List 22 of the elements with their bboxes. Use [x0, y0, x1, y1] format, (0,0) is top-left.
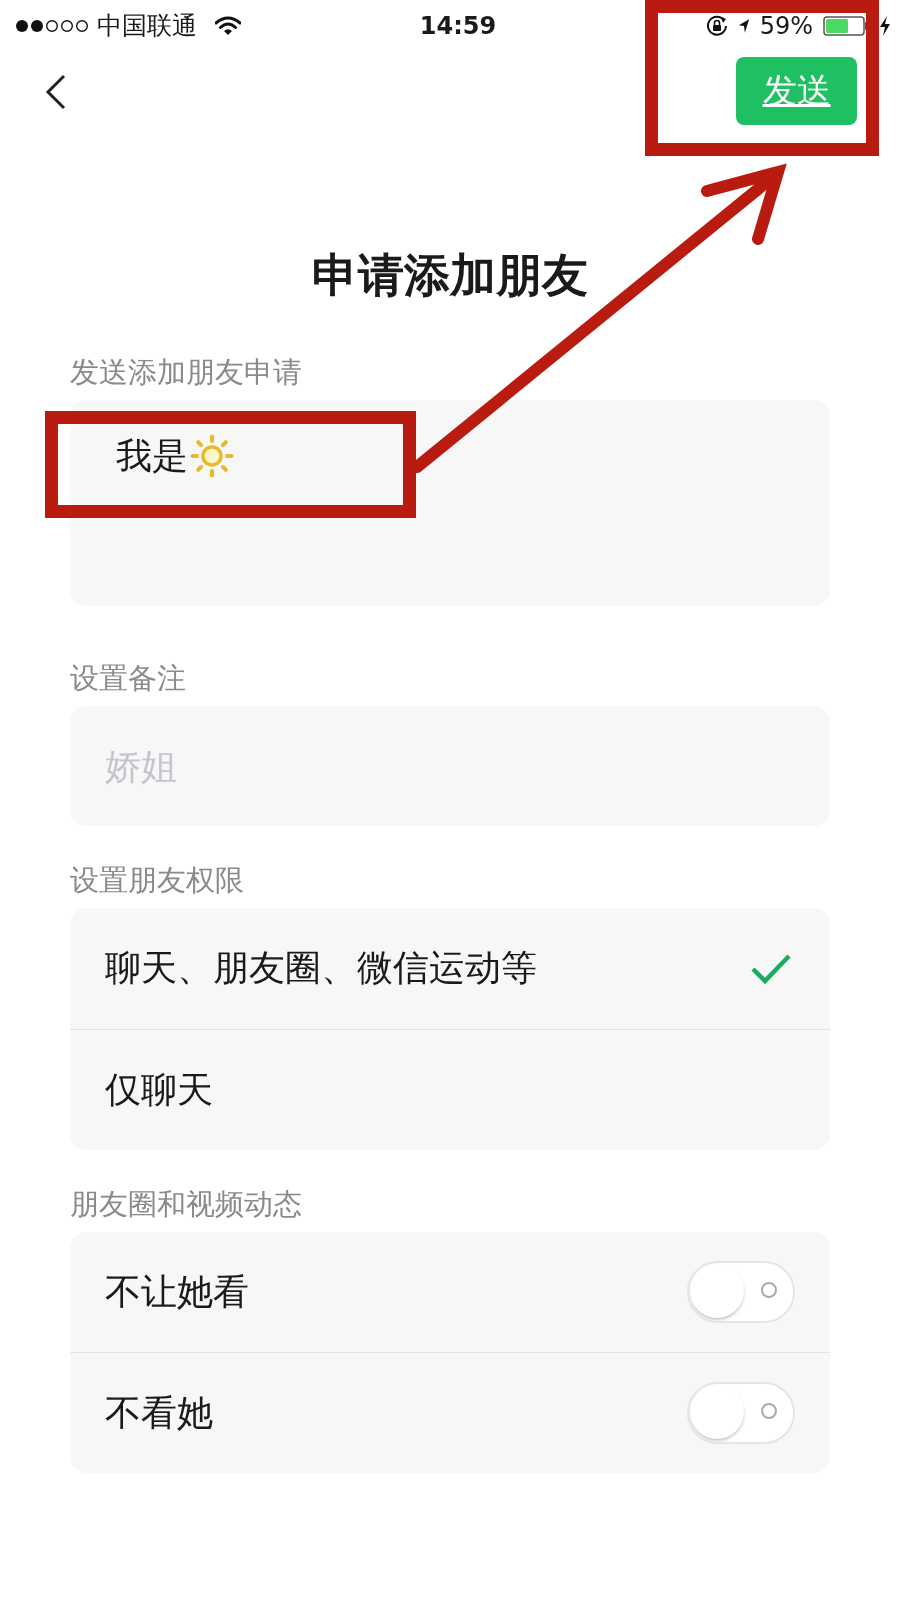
- section-label: 设置备注: [70, 660, 187, 696]
- section-label: 朋友圈和视频动态: [70, 1186, 303, 1222]
- signal-icon: [15, 19, 89, 33]
- permission-option[interactable]: 仅聊天: [70, 1029, 830, 1150]
- page-title: 申请添加朋友: [311, 250, 589, 300]
- carrier-name: 中国联通: [97, 13, 197, 39]
- toggle-label: 不看她: [105, 1391, 213, 1435]
- back-icon[interactable]: [45, 74, 67, 110]
- clock-time: 14:59: [419, 13, 497, 39]
- toggle-label: 不让她看: [105, 1270, 249, 1314]
- check-icon: [750, 952, 792, 985]
- orientation-lock-icon: [705, 15, 728, 37]
- section-label: 设置朋友权限: [70, 862, 245, 898]
- section-label: 发送添加朋友申请: [70, 354, 303, 390]
- charging-icon: [879, 16, 891, 36]
- message-field[interactable]: 我是: [70, 400, 830, 606]
- battery-icon: [823, 16, 869, 36]
- permission-option[interactable]: 聊天、朋友圈、微信运动等: [70, 908, 830, 1029]
- sun-icon: [190, 434, 234, 478]
- wifi-icon: [215, 16, 241, 36]
- battery-percent: 59%: [759, 13, 813, 39]
- location-icon: [737, 18, 750, 34]
